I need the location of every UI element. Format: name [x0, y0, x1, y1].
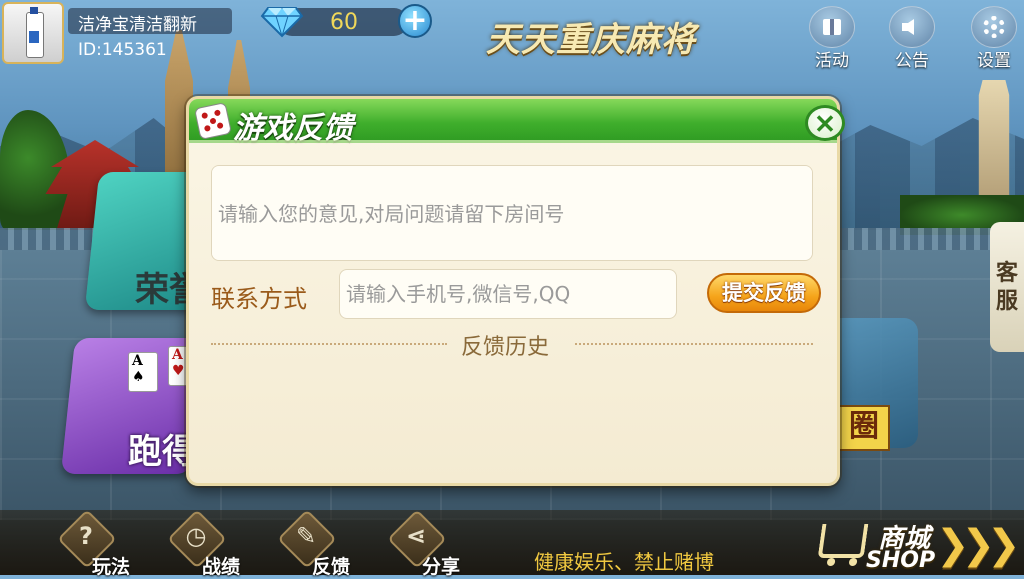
- divider: [211, 343, 447, 345]
- rules-button[interactable]: ? 玩法: [57, 509, 148, 578]
- feedback-dialog: 游戏反馈 ✕ 联系方式 提交反馈 反馈历史: [186, 96, 845, 486]
- announcement-button[interactable]: 公告: [888, 6, 936, 71]
- shop-button[interactable]: 商城 SHOP ❯❯❯: [814, 516, 1024, 574]
- shop-label-en: SHOP: [866, 548, 936, 573]
- playing-card-icon: A ♠: [128, 352, 158, 392]
- share-icon: ⋖: [405, 522, 427, 550]
- submit-feedback-button[interactable]: 提交反馈: [707, 273, 821, 313]
- avatar-bottle-image: [26, 7, 44, 58]
- contact-label: 联系方式: [211, 285, 307, 313]
- feedback-input[interactable]: [211, 165, 813, 261]
- avatar[interactable]: [2, 2, 64, 64]
- record-icon: ◷: [185, 522, 207, 550]
- gift-icon: [823, 19, 841, 35]
- player-id: ID:145361: [78, 40, 167, 60]
- settings-button[interactable]: 设置: [970, 6, 1018, 71]
- health-slogan: 健康娱乐、禁止赌博: [534, 550, 714, 574]
- customer-service-tab[interactable]: 客 服: [990, 222, 1024, 352]
- settings-label: 设置: [977, 51, 1011, 71]
- diamond-count: 60: [330, 10, 358, 35]
- contact-input[interactable]: [339, 269, 677, 319]
- dialog-title: 游戏反馈: [233, 111, 353, 146]
- divider: [575, 343, 813, 345]
- background-trees: [0, 110, 70, 230]
- pencil-icon: ✎: [295, 522, 317, 550]
- feedback-button[interactable]: ✎ 反馈: [277, 509, 368, 578]
- dialog-header: 游戏反馈: [189, 99, 837, 146]
- customer-service-label: 服: [995, 289, 1018, 314]
- activity-button[interactable]: 活动: [808, 6, 856, 71]
- game-title: 天天重庆麻将: [486, 20, 696, 60]
- dice-icon: [194, 102, 232, 140]
- share-button[interactable]: ⋖ 分享: [387, 509, 478, 578]
- add-diamonds-button[interactable]: +: [398, 4, 432, 38]
- chevron-right-icon: ❯❯❯: [936, 522, 1020, 568]
- question-icon: ?: [79, 522, 93, 550]
- mode-card-club-badge: 圈: [838, 405, 890, 451]
- feedback-history-title: 反馈历史: [461, 335, 550, 360]
- gear-icon: [983, 16, 1005, 38]
- customer-service-label: 客: [995, 261, 1018, 286]
- speaker-icon: [902, 19, 914, 35]
- diamond-icon: [260, 7, 304, 38]
- records-button[interactable]: ◷ 战绩: [167, 509, 258, 578]
- announcement-label: 公告: [895, 51, 929, 71]
- close-button[interactable]: ✕: [805, 105, 845, 141]
- cart-icon: [817, 524, 869, 558]
- player-nickname: 洁净宝清洁翻新: [78, 15, 197, 35]
- activity-label: 活动: [815, 51, 849, 71]
